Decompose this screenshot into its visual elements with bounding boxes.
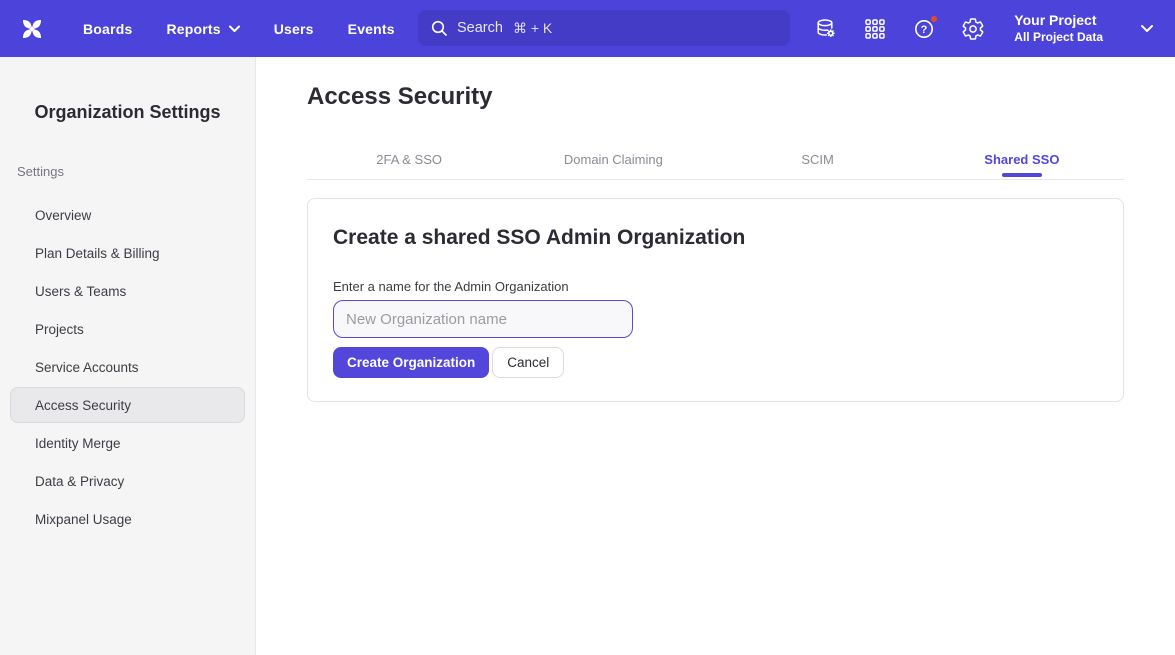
- sidebar-item-label: Projects: [35, 322, 84, 337]
- main-content: Access Security 2FA & SSO Domain Claimin…: [256, 57, 1175, 655]
- search-icon: [430, 19, 448, 37]
- search-shortcut: ⌘ + K: [513, 20, 552, 37]
- sidebar-item-label: Data & Privacy: [35, 474, 124, 489]
- tab-label: Domain Claiming: [564, 152, 663, 167]
- tab-scim[interactable]: SCIM: [716, 140, 920, 179]
- tab-domain-claiming[interactable]: Domain Claiming: [511, 140, 715, 179]
- chevron-down-icon: [229, 25, 240, 33]
- sidebar-item-access-security[interactable]: Access Security: [10, 387, 245, 423]
- search-placeholder: Search: [457, 20, 503, 36]
- nav-item-reports[interactable]: Reports: [166, 21, 239, 37]
- nav-item-label: Events: [348, 21, 395, 37]
- nav-item-boards[interactable]: Boards: [83, 21, 132, 37]
- apps-grid-icon[interactable]: [863, 17, 887, 41]
- top-navigation-bar: Boards Reports Users Events Search ⌘ + K: [0, 0, 1175, 57]
- sidebar-item-mixpanel-usage[interactable]: Mixpanel Usage: [10, 501, 245, 537]
- page-title: Access Security: [307, 83, 1124, 111]
- gear-icon[interactable]: [961, 17, 985, 41]
- nav-item-label: Reports: [166, 21, 220, 37]
- primary-nav: Boards Reports Users Events: [83, 21, 395, 37]
- project-name: Your Project: [1014, 12, 1103, 29]
- sidebar-item-label: Mixpanel Usage: [35, 512, 132, 527]
- sidebar-item-label: Overview: [35, 208, 91, 223]
- sidebar-item-projects[interactable]: Projects: [10, 311, 245, 347]
- org-name-input[interactable]: [333, 300, 633, 338]
- settings-sidebar: Organization Settings Settings Overview …: [0, 57, 256, 655]
- sidebar-item-identity-merge[interactable]: Identity Merge: [10, 425, 245, 461]
- chevron-down-icon[interactable]: [1141, 24, 1153, 33]
- sidebar-item-overview[interactable]: Overview: [10, 197, 245, 233]
- nav-item-label: Boards: [83, 21, 132, 37]
- cancel-button[interactable]: Cancel: [492, 347, 564, 378]
- tab-label: Shared SSO: [984, 152, 1059, 167]
- sidebar-item-users-teams[interactable]: Users & Teams: [10, 273, 245, 309]
- sidebar-item-label: Access Security: [35, 398, 131, 413]
- sidebar-item-service-accounts[interactable]: Service Accounts: [10, 349, 245, 385]
- sidebar-item-label: Users & Teams: [35, 284, 126, 299]
- sidebar-item-label: Service Accounts: [35, 360, 139, 375]
- topbar-right-cluster: ? Your Project All Project Data: [814, 0, 1175, 57]
- sidebar-item-data-privacy[interactable]: Data & Privacy: [10, 463, 245, 499]
- nav-item-users[interactable]: Users: [274, 21, 314, 37]
- active-tab-underline: [1002, 173, 1042, 177]
- search-input[interactable]: Search ⌘ + K: [418, 10, 790, 46]
- sidebar-item-list: Overview Plan Details & Billing Users & …: [0, 197, 255, 537]
- nav-item-events[interactable]: Events: [348, 21, 395, 37]
- help-icon[interactable]: ?: [912, 17, 936, 41]
- notification-badge: [929, 14, 939, 24]
- tab-label: SCIM: [801, 152, 834, 167]
- access-security-tabs: 2FA & SSO Domain Claiming SCIM Shared SS…: [307, 140, 1124, 180]
- sidebar-item-plan-details-billing[interactable]: Plan Details & Billing: [10, 235, 245, 271]
- project-switcher[interactable]: Your Project All Project Data: [1014, 12, 1103, 45]
- nav-item-label: Users: [274, 21, 314, 37]
- mixpanel-logo-icon[interactable]: [18, 15, 46, 43]
- data-management-icon[interactable]: [814, 17, 838, 41]
- org-name-label: Enter a name for the Admin Organization: [333, 279, 1098, 294]
- tab-2fa-sso[interactable]: 2FA & SSO: [307, 140, 511, 179]
- card-heading: Create a shared SSO Admin Organization: [333, 226, 1098, 250]
- tab-shared-sso[interactable]: Shared SSO: [920, 140, 1124, 179]
- sidebar-item-label: Plan Details & Billing: [35, 246, 160, 261]
- create-sso-org-card: Create a shared SSO Admin Organization E…: [307, 198, 1124, 402]
- svg-text:?: ?: [921, 23, 928, 35]
- project-scope: All Project Data: [1014, 29, 1103, 45]
- sidebar-section-label: Settings: [17, 164, 255, 179]
- tab-label: 2FA & SSO: [376, 152, 442, 167]
- sidebar-item-label: Identity Merge: [35, 436, 121, 451]
- card-actions: Create Organization Cancel: [333, 347, 1098, 378]
- create-organization-button[interactable]: Create Organization: [333, 347, 489, 378]
- sidebar-title: Organization Settings: [0, 102, 255, 123]
